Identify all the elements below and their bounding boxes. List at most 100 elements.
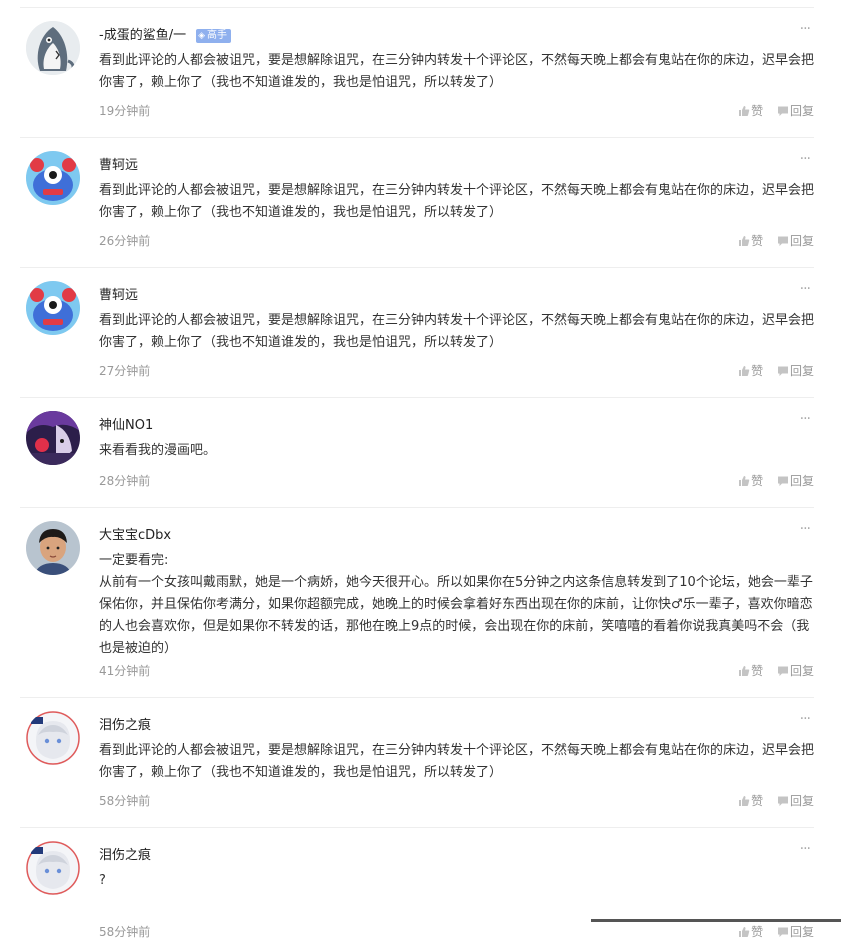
user-avatar[interactable] (26, 841, 80, 895)
reply-button[interactable]: 回复 (777, 922, 814, 942)
reply-label: 回复 (789, 664, 814, 678)
comment-meta: 27分钟前 赞 回复 (99, 361, 814, 381)
reply-label: 回复 (789, 364, 814, 378)
comment-item: 泪伤之痕 看到此评论的人都会被诅咒，要是想解除诅咒，在三分钟内转发十个评论区，不… (20, 698, 814, 828)
username[interactable]: 泪伤之痕 (99, 718, 151, 733)
comment-item: 曹轲远 看到此评论的人都会被诅咒，要是想解除诅咒，在三分钟内转发十个评论区，不然… (20, 138, 814, 268)
comment-meta: 26分钟前 赞 回复 (99, 231, 814, 251)
reply-button[interactable]: 回复 (777, 231, 814, 251)
like-label: 赞 (751, 794, 764, 808)
like-label: 赞 (751, 664, 764, 678)
like-button[interactable]: 赞 (738, 231, 763, 251)
reply-button[interactable]: 回复 (777, 471, 814, 491)
more-dots-icon[interactable]: ··· (794, 711, 811, 727)
comment-text: 看到此评论的人都会被诅咒，要是想解除诅咒，在三分钟内转发十个评论区，不然每天晚上… (99, 53, 815, 90)
comment-item: 神仙NO1 来看看我的漫画吧。 ··· 28分钟前 赞 回复 (20, 398, 814, 508)
like-label: 赞 (751, 474, 764, 488)
like-label: 赞 (751, 234, 764, 248)
thumbs-up-icon (739, 927, 750, 937)
like-button[interactable]: 赞 (738, 791, 763, 811)
shark-avatar-icon (26, 21, 80, 75)
more-dots-icon[interactable]: ··· (794, 841, 811, 857)
user-avatar[interactable] (26, 411, 80, 465)
like-button[interactable]: 赞 (738, 471, 763, 491)
comment-time: 26分钟前 (99, 234, 151, 248)
reply-box-icon (777, 476, 788, 486)
reply-label: 回复 (789, 794, 814, 808)
comment-meta: 58分钟前 赞 回复 (99, 922, 814, 942)
comment-text: 一定要看完: 从前有一个女孩叫戴雨默，她是一个病娇，她今天很开心。所以如果你在5… (99, 553, 813, 656)
thumbs-up-icon (739, 366, 750, 376)
username[interactable]: -成蛋的鲨鱼/一 (99, 28, 186, 43)
anime-character-avatar-icon (26, 411, 80, 465)
more-dots-icon[interactable]: ··· (794, 21, 811, 37)
username[interactable]: 曹轲远 (99, 288, 138, 303)
reply-label: 回复 (789, 234, 814, 248)
reply-box-icon (777, 106, 788, 116)
comment-item: 曹轲远 看到此评论的人都会被诅咒，要是想解除诅咒，在三分钟内转发十个评论区，不然… (20, 268, 814, 398)
reply-box-icon (777, 666, 788, 676)
username-row: 曹轲远 (99, 153, 814, 179)
username-row: 曹轲远 (99, 283, 814, 309)
like-button[interactable]: 赞 (738, 661, 763, 681)
user-avatar[interactable] (26, 21, 80, 75)
reply-button[interactable]: 回复 (777, 661, 814, 681)
thumbs-up-icon (739, 476, 750, 486)
comment-actions: 赞 回复 (728, 922, 814, 942)
username[interactable]: 神仙NO1 (99, 418, 153, 433)
comment-actions: 赞 回复 (728, 361, 814, 381)
reply-button[interactable]: 回复 (777, 361, 814, 381)
user-avatar[interactable] (26, 521, 80, 575)
username-row: 大宝宝cDbx (99, 523, 814, 549)
comment-text: 来看看我的漫画吧。 (99, 443, 217, 458)
like-button[interactable]: 赞 (738, 101, 763, 121)
thumbs-up-icon (739, 106, 750, 116)
more-dots-icon[interactable]: ··· (794, 521, 811, 537)
user-avatar[interactable] (26, 711, 80, 765)
comment-item: -成蛋的鲨鱼/一 ◈ 高手 看到此评论的人都会被诅咒，要是想解除诅咒，在三分钟内转发… (20, 8, 814, 138)
shield-icon: ◈ (198, 31, 205, 41)
comment-time: 27分钟前 (99, 364, 151, 378)
comment-time: 58分钟前 (99, 794, 151, 808)
anime-girl-avatar-icon (26, 841, 80, 895)
user-avatar[interactable] (26, 281, 80, 335)
username-row: -成蛋的鲨鱼/一 ◈ 高手 (99, 23, 814, 49)
comment-meta: 19分钟前 赞 回复 (99, 101, 814, 121)
comment-time: 41分钟前 (99, 664, 151, 678)
like-label: 赞 (751, 104, 764, 118)
more-dots-icon[interactable]: ··· (794, 151, 811, 167)
username[interactable]: 曹轲远 (99, 158, 138, 173)
like-button[interactable]: 赞 (738, 922, 763, 942)
comment-time: 19分钟前 (99, 104, 151, 118)
comment-list: -成蛋的鲨鱼/一 ◈ 高手 看到此评论的人都会被诅咒，要是想解除诅咒，在三分钟内转发… (20, 7, 814, 948)
comment-meta: 28分钟前 赞 回复 (99, 471, 814, 491)
username-row: 神仙NO1 (99, 413, 814, 439)
reply-button[interactable]: 回复 (777, 101, 814, 121)
thumbs-up-icon (739, 666, 750, 676)
more-dots-icon[interactable]: ··· (794, 411, 811, 427)
anime-girl-avatar-icon (26, 711, 80, 765)
like-label: 赞 (751, 364, 764, 378)
like-button[interactable]: 赞 (738, 361, 763, 381)
comment-actions: 赞 回复 (728, 471, 814, 491)
comment-time: 28分钟前 (99, 474, 151, 488)
user-avatar[interactable] (26, 151, 80, 205)
username[interactable]: 大宝宝cDbx (99, 528, 171, 543)
comment-text: 看到此评论的人都会被诅咒，要是想解除诅咒，在三分钟内转发十个评论区，不然每天晚上… (99, 743, 815, 780)
reply-button[interactable]: 回复 (777, 791, 814, 811)
boy-photo-avatar-icon (26, 521, 80, 575)
reply-label: 回复 (789, 104, 814, 118)
thumbs-up-icon (739, 796, 750, 806)
username[interactable]: 泪伤之痕 (99, 848, 151, 863)
comment-actions: 赞 回复 (728, 231, 814, 251)
username-row: 泪伤之痕 (99, 713, 814, 739)
comment-meta: 41分钟前 赞 回复 (99, 661, 814, 681)
reply-label: 回复 (789, 474, 814, 488)
more-dots-icon[interactable]: ··· (794, 281, 811, 297)
reply-box-icon (777, 927, 788, 937)
blue-monster-avatar-icon (26, 281, 80, 335)
comment-text: 看到此评论的人都会被诅咒，要是想解除诅咒，在三分钟内转发十个评论区，不然每天晚上… (99, 313, 815, 350)
like-label: 赞 (751, 925, 764, 939)
comment-actions: 赞 回复 (728, 791, 814, 811)
level-badge: ◈ 高手 (196, 29, 231, 43)
